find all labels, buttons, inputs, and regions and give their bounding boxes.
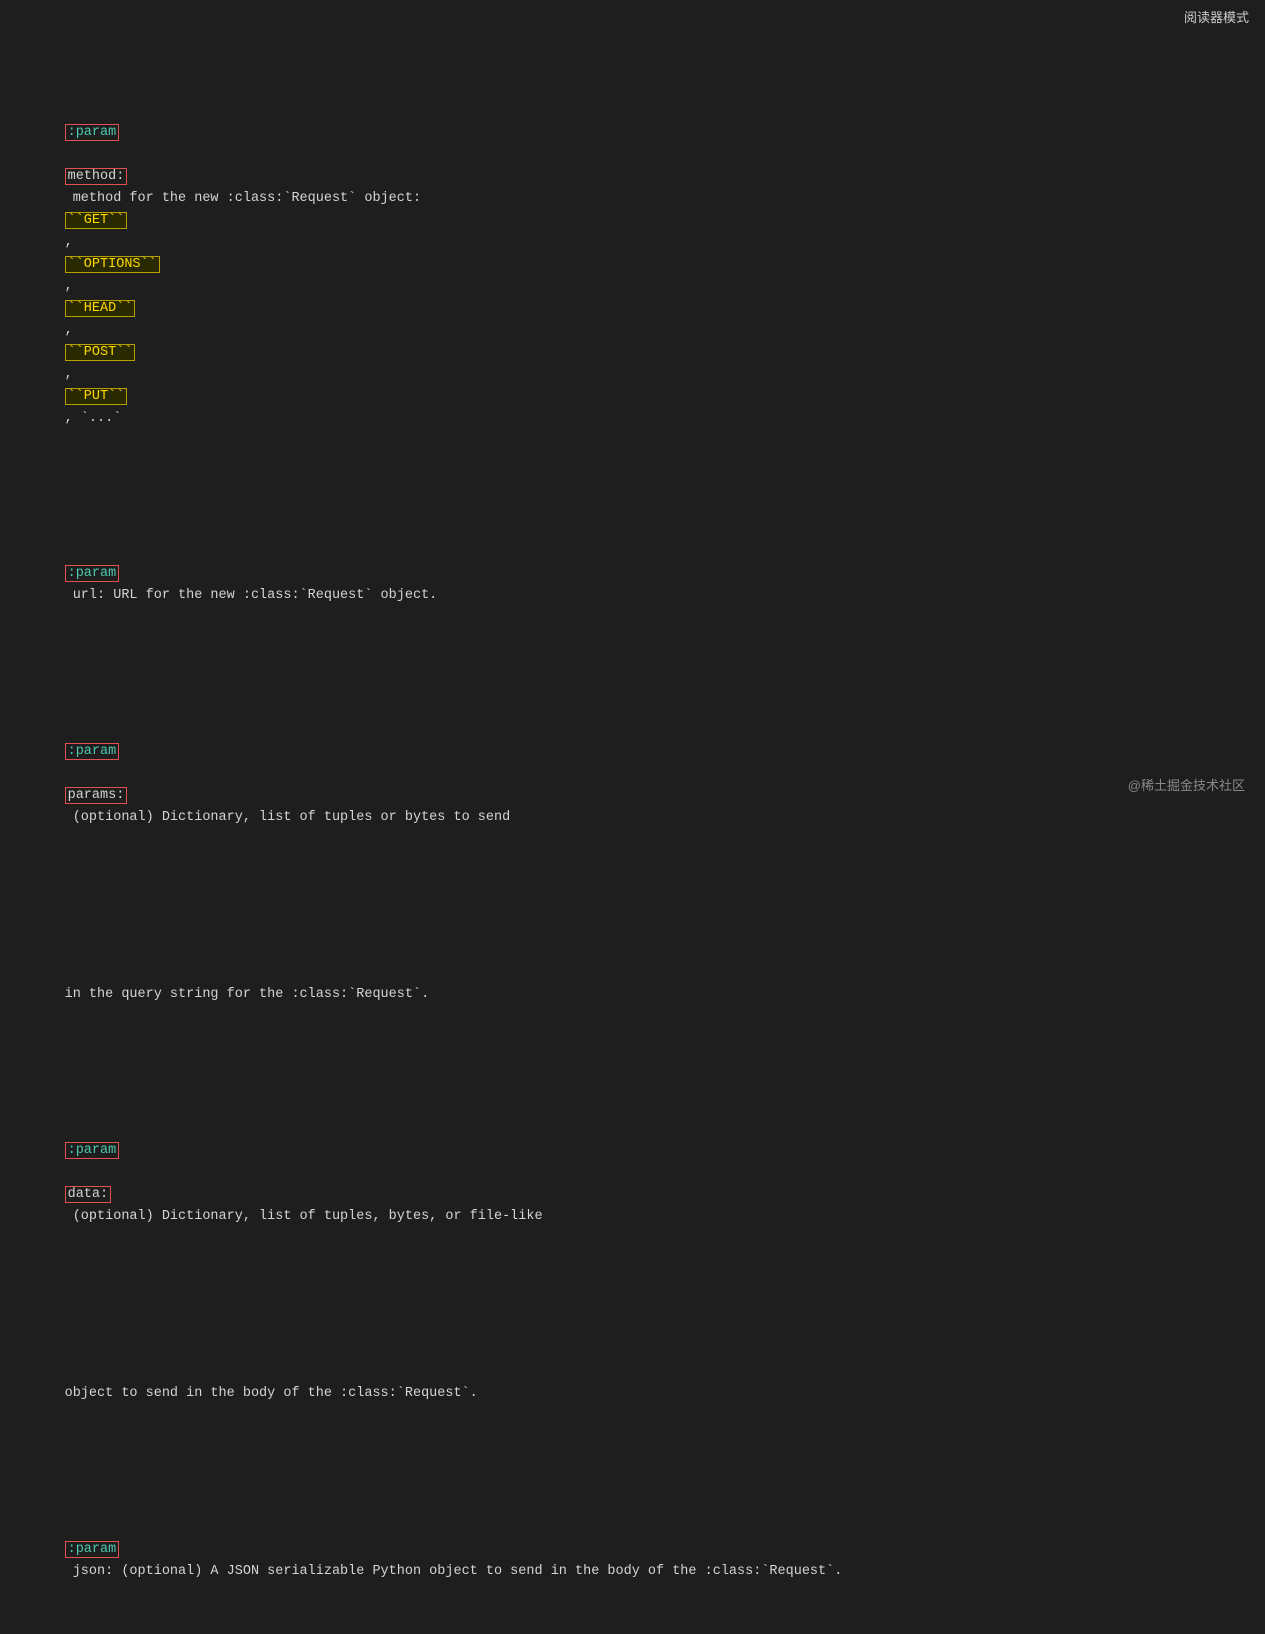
param-data-name: data: xyxy=(65,1186,112,1203)
method-post: ``POST`` xyxy=(65,344,136,361)
watermark-label: @稀土掘金技术社区 xyxy=(1128,776,1245,797)
main-container: 阅读器模式 :param method: method for the new … xyxy=(0,0,1265,1634)
param-url-line: :param url: URL for the new :class:`Requ… xyxy=(16,541,1249,629)
method-head: ``HEAD`` xyxy=(65,300,136,317)
method-options: ``OPTIONS`` xyxy=(65,256,160,273)
param-method-name: method: xyxy=(65,168,128,185)
reader-mode-label: 阅读器模式 xyxy=(1184,8,1249,29)
param-tag-params: :param xyxy=(65,743,120,760)
param-tag-data: :param xyxy=(65,1142,120,1159)
param-tag-method: :param xyxy=(65,124,120,141)
param-params-name: params: xyxy=(65,787,128,804)
param-method-desc: method for the new :class:`Request` obje… xyxy=(65,191,430,206)
param-method-space xyxy=(65,147,73,162)
param-data-line: :param data: (optional) Dictionary, list… xyxy=(16,1118,1249,1250)
method-put: ``PUT`` xyxy=(65,388,128,405)
code-documentation: :param method: method for the new :class… xyxy=(16,10,1249,1634)
param-tag-json: :param xyxy=(65,1541,120,1558)
param-tag-url: :param xyxy=(65,565,120,582)
param-data-cont: object to send in the body of the :class… xyxy=(16,1339,1249,1427)
param-method-line: :param method: method for the new :class… xyxy=(16,100,1249,452)
method-get: ``GET`` xyxy=(65,212,128,229)
param-params-line: :param params: (optional) Dictionary, li… xyxy=(16,719,1249,851)
param-params-cont: in the query string for the :class:`Requ… xyxy=(16,940,1249,1028)
param-json-line: :param json: (optional) A JSON serializa… xyxy=(16,1517,1249,1605)
